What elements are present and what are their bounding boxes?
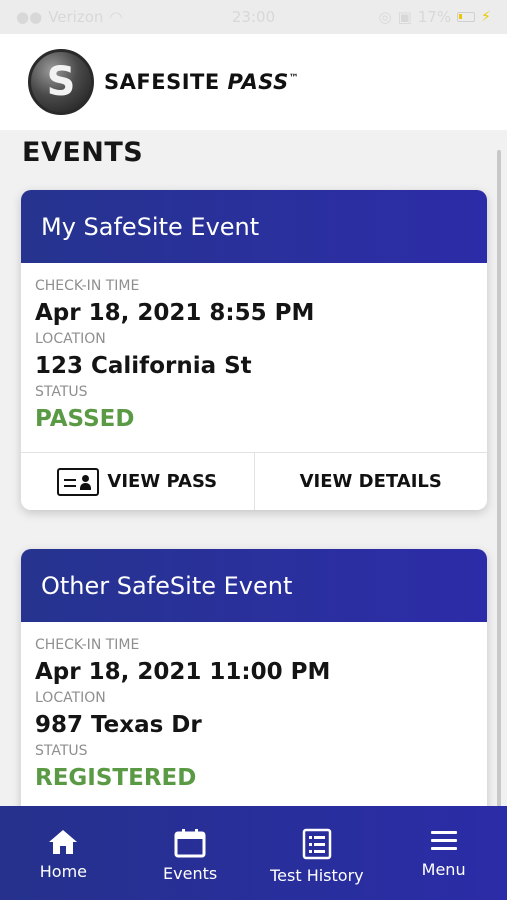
app-header: S SAFESITE PASS™: [0, 34, 507, 130]
status-label: STATUS: [35, 743, 88, 759]
battery-icon: [457, 12, 476, 22]
tab-menu-label: Menu: [421, 860, 466, 879]
event-card-body: CHECK-IN TIME Apr 18, 2021 8:55 PM LOCAT…: [21, 263, 487, 437]
status-left: ●● Verizon ◠: [16, 8, 123, 26]
event-card-actions: VIEW PASS VIEW DETAILS: [21, 452, 487, 510]
scrollbar[interactable]: [497, 150, 501, 810]
id-card-icon: [57, 467, 100, 496]
checkin-label: CHECK-IN TIME: [35, 637, 140, 653]
clock: 23:00: [231, 8, 276, 26]
brand-pass: PASS: [227, 70, 289, 94]
checkin-label: CHECK-IN TIME: [35, 278, 140, 294]
alarm-icon: ▣: [397, 8, 412, 26]
list-icon: [302, 828, 332, 860]
location-value: 123 California St: [35, 353, 252, 379]
brand-safesite: SAFESITE: [104, 70, 220, 94]
tab-menu[interactable]: Menu: [380, 806, 507, 879]
status-value: REGISTERED: [35, 765, 197, 791]
calendar-icon: [174, 829, 206, 858]
battery-percent: 17%: [417, 8, 452, 26]
view-details-label: VIEW DETAILS: [299, 471, 442, 492]
view-pass-button[interactable]: VIEW PASS: [21, 453, 254, 510]
view-details-button[interactable]: VIEW DETAILS: [253, 453, 488, 510]
tab-test-history[interactable]: Test History: [254, 806, 381, 885]
event-card[interactable]: Other SafeSite Event CHECK-IN TIME Apr 1…: [21, 549, 487, 839]
view-pass-label: VIEW PASS: [107, 471, 218, 492]
status-value: PASSED: [35, 406, 135, 432]
brand-name: SAFESITE PASS™: [104, 70, 299, 94]
tab-home[interactable]: Home: [0, 806, 127, 881]
page-title: EVENTS: [22, 137, 144, 168]
lock-rotation-icon: ◎: [378, 8, 392, 26]
home-icon: [49, 830, 78, 854]
tab-events-label: Events: [163, 864, 218, 883]
checkin-value: Apr 18, 2021 8:55 PM: [35, 300, 315, 326]
logo-mark-letter: S: [46, 59, 76, 105]
trademark: ™: [288, 73, 300, 84]
location-value: 987 Texas Dr: [35, 712, 202, 738]
status-right: ◎ ▣ 17% ⚡: [379, 8, 491, 26]
location-label: LOCATION: [35, 690, 106, 706]
tab-events[interactable]: Events: [127, 806, 254, 883]
event-card-body: CHECK-IN TIME Apr 18, 2021 11:00 PM LOCA…: [21, 622, 487, 796]
charging-icon: ⚡: [481, 9, 491, 25]
bottom-tab-bar: Home Events Test History Menu: [0, 806, 507, 900]
status-label: STATUS: [35, 384, 88, 400]
carrier-label: Verizon: [48, 8, 104, 26]
event-card-title: Other SafeSite Event: [21, 549, 487, 622]
event-card[interactable]: My SafeSite Event CHECK-IN TIME Apr 18, …: [21, 190, 487, 510]
checkin-value: Apr 18, 2021 11:00 PM: [35, 659, 331, 685]
menu-icon: [430, 831, 457, 850]
tab-home-label: Home: [39, 862, 87, 881]
signal-icon: ●●: [16, 8, 43, 26]
safesite-logo-icon: S: [28, 49, 94, 115]
tab-test-history-label: Test History: [270, 866, 364, 885]
location-label: LOCATION: [35, 331, 106, 347]
status-bar: ●● Verizon ◠ 23:00 ◎ ▣ 17% ⚡: [0, 0, 507, 34]
event-card-title: My SafeSite Event: [21, 190, 487, 263]
wifi-icon: ◠: [109, 8, 123, 26]
